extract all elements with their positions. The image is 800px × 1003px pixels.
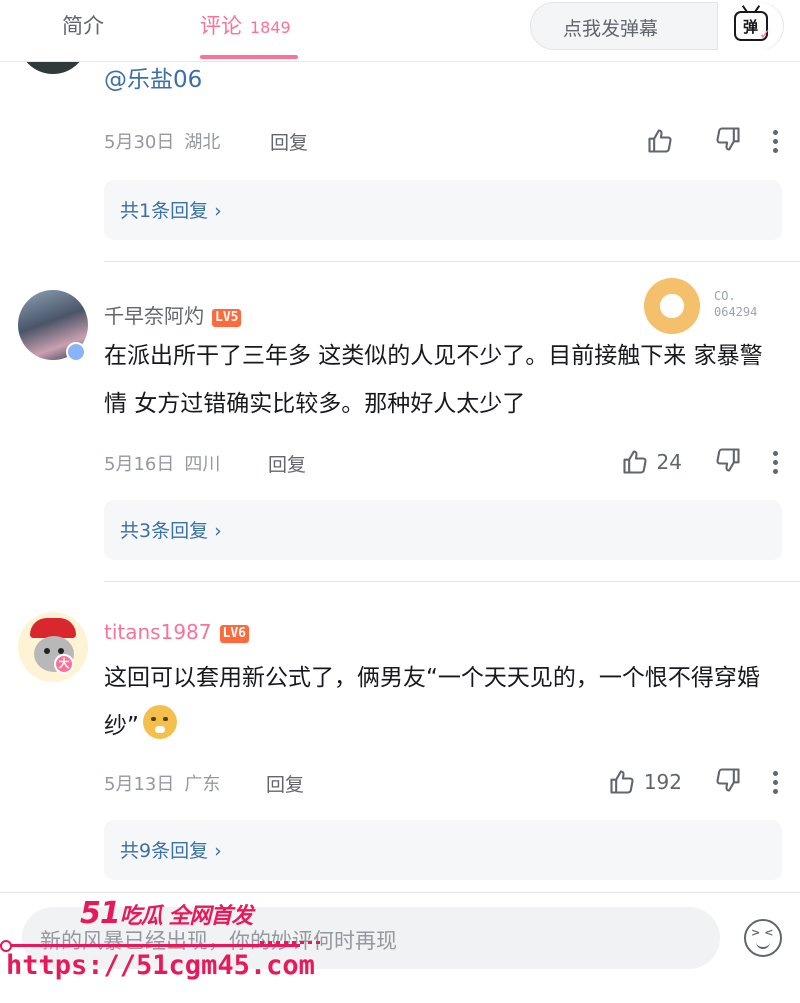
username[interactable]: titans1987 LV6 bbox=[104, 620, 249, 644]
reply-summary-box[interactable]: 共3条回复 › bbox=[104, 500, 782, 560]
comment-location: 广东 bbox=[184, 774, 221, 795]
more-icon[interactable] bbox=[772, 770, 778, 794]
thumbs-up-icon bbox=[622, 450, 647, 474]
thumbs-down-icon bbox=[716, 127, 740, 151]
comment-item: 千早奈阿灼 LV5 CO. 064294 在派出所干了三年多 这类似的人见不少了。… bbox=[0, 262, 800, 582]
verified-badge-icon bbox=[66, 342, 86, 362]
vip-badge: 大 bbox=[54, 654, 74, 674]
comment-actions bbox=[646, 126, 778, 156]
check-icon: ✓ bbox=[759, 27, 771, 43]
danmaku-icon-text: 弹 bbox=[742, 17, 758, 36]
thumbs-down-icon bbox=[716, 768, 740, 792]
comment-location: 四川 bbox=[184, 454, 221, 475]
username[interactable]: 千早奈阿灼 LV5 bbox=[104, 300, 242, 329]
thumbs-up-icon bbox=[610, 770, 634, 794]
decoration-badge-icon bbox=[644, 278, 700, 334]
avatar[interactable] bbox=[18, 612, 88, 682]
comment-meta: 5月13日 广东 bbox=[104, 770, 220, 796]
emoji-icon[interactable] bbox=[744, 919, 782, 957]
tab-intro[interactable]: 简介 bbox=[62, 10, 104, 40]
comment-date: 5月16日 bbox=[104, 454, 175, 475]
comment-item: 大 titans1987 LV6 这回可以套用新公式了，俩男友“一个天天见的，一个… bbox=[0, 582, 800, 892]
comment-text-body: 这回可以套用新公式了，俩男友“一个天天见的，一个恨不得穿婚纱” bbox=[104, 665, 760, 739]
doge-emoji-icon bbox=[142, 705, 177, 739]
like-button[interactable] bbox=[646, 127, 682, 155]
like-count: 24 bbox=[656, 450, 682, 474]
reply-summary: 共3条回复 › bbox=[120, 520, 222, 542]
comment-meta: 5月16日 四川 bbox=[104, 450, 220, 476]
reply-summary-box[interactable]: 共9条回复 › bbox=[104, 820, 782, 880]
comment-date: 5月30日 bbox=[104, 132, 175, 153]
thumbs-up-icon bbox=[648, 129, 672, 153]
watermark-url: https://51cgm45.com bbox=[6, 950, 315, 981]
dislike-button[interactable] bbox=[714, 446, 742, 478]
level-badge: LV6 bbox=[219, 625, 249, 643]
comment-location: 湖北 bbox=[184, 132, 221, 153]
watermark-logo: 51吃瓜 全网首发 bbox=[80, 896, 254, 931]
top-tab-bar: 简介 评论 1849 点我发弹幕 弹 ✓ bbox=[0, 0, 800, 62]
reply-button[interactable]: 回复 bbox=[270, 128, 308, 155]
comment-text: 在派出所干了三年多 这类似的人见不少了。目前接触下来 家暴警情 女方过错确实比较… bbox=[104, 343, 763, 417]
comment-actions: 24 bbox=[621, 447, 778, 477]
dislike-button[interactable] bbox=[714, 125, 742, 157]
danmaku-label: 点我发弹幕 bbox=[563, 18, 659, 40]
dislike-button[interactable] bbox=[714, 766, 742, 798]
watermark-brand-number: 51 bbox=[80, 896, 121, 931]
username-text: titans1987 bbox=[104, 620, 212, 644]
reply-summary: 共1条回复 › bbox=[120, 200, 222, 222]
decoration-number: CO. 064294 bbox=[714, 289, 758, 319]
reply-summary-box[interactable]: 共1条回复 › bbox=[104, 180, 782, 240]
watermark-decoration bbox=[0, 940, 320, 952]
reply-summary: 共9条回复 › bbox=[120, 840, 222, 862]
tab-comments-label: 评论 bbox=[200, 14, 242, 38]
more-icon[interactable] bbox=[772, 450, 778, 474]
fan-decoration: CO. 064294 bbox=[644, 278, 774, 334]
like-count: 192 bbox=[643, 770, 682, 794]
comment-text: 这回可以套用新公式了，俩男友“一个天天见的，一个恨不得穿婚纱” bbox=[104, 654, 784, 750]
comment-date: 5月13日 bbox=[104, 774, 175, 795]
more-icon[interactable] bbox=[772, 129, 778, 153]
watermark-brand-text: 吃瓜 全网首发 bbox=[119, 904, 254, 929]
reply-button[interactable]: 回复 bbox=[266, 770, 304, 797]
like-button[interactable]: 24 bbox=[621, 448, 682, 476]
thumbs-down-icon bbox=[716, 448, 740, 472]
mention-link[interactable]: @乐盐06 bbox=[104, 56, 784, 104]
comment-meta: 5月30日 湖北 bbox=[104, 128, 220, 154]
danmaku-toggle[interactable]: 弹 ✓ bbox=[717, 2, 783, 50]
tab-comments[interactable]: 评论 1849 bbox=[200, 10, 291, 40]
active-tab-indicator bbox=[200, 55, 298, 59]
like-button[interactable]: 192 bbox=[608, 768, 682, 796]
danmaku-button[interactable]: 点我发弹幕 弹 ✓ bbox=[530, 2, 784, 50]
comment-count: 1849 bbox=[250, 18, 291, 37]
username-text: 千早奈阿灼 bbox=[104, 304, 204, 328]
level-badge: LV5 bbox=[212, 309, 242, 327]
comment-actions: 192 bbox=[608, 767, 778, 797]
reply-button[interactable]: 回复 bbox=[268, 450, 306, 477]
